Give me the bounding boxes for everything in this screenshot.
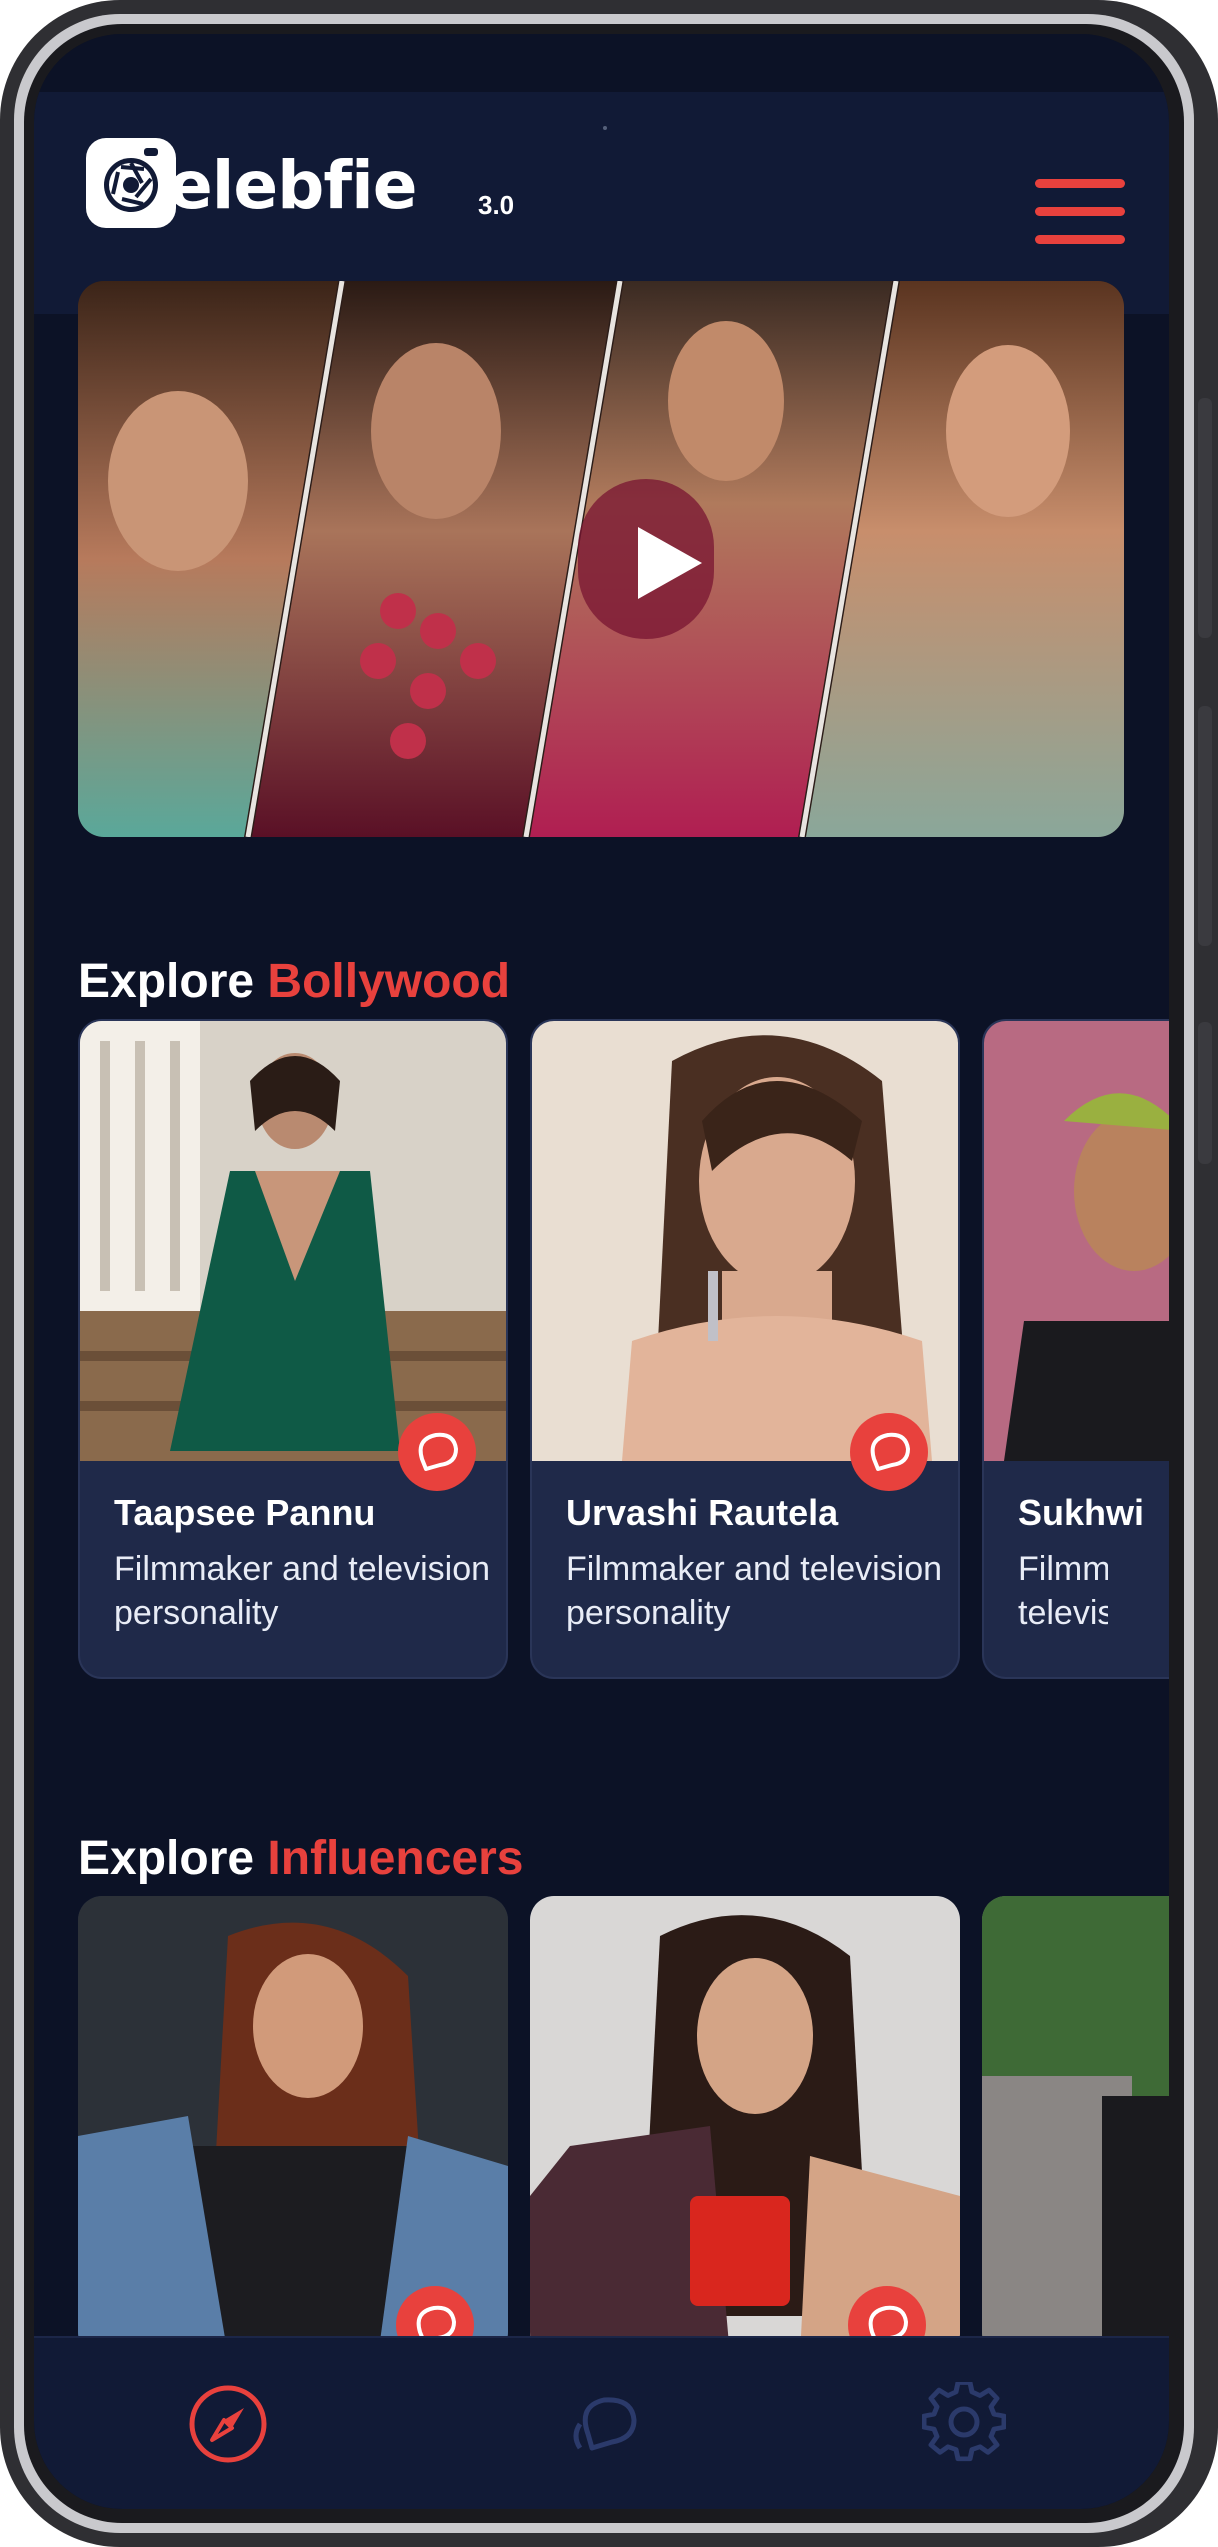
celebrity-card[interactable]: Sukhwi Filmmal televisic <box>982 1019 1169 1679</box>
volume-up-button <box>1198 398 1212 638</box>
influencer-card[interactable] <box>530 1896 960 2356</box>
bottom-navigation <box>34 2336 1169 2509</box>
celebrity-card[interactable]: Taapsee Pannu Filmmaker and television p… <box>78 1019 508 1679</box>
chat-bubble-icon <box>418 1432 458 1471</box>
celebrity-photo <box>532 1021 958 1461</box>
camera-shutter-icon <box>86 138 176 228</box>
chat-button[interactable] <box>398 1413 476 1491</box>
logo-version: 3.0 <box>478 190 515 220</box>
section-title-accent: Bollywood <box>267 955 511 1008</box>
section-title-influencers: Explore Influencers <box>78 1831 523 1887</box>
play-icon <box>638 527 702 599</box>
section-title-accent: Influencers <box>267 1832 524 1885</box>
celebrity-card[interactable]: Urvashi Rautela Filmmaker and television… <box>530 1019 960 1679</box>
power-button <box>1198 1022 1212 1164</box>
celebrity-photo <box>984 1021 1169 1461</box>
celebrity-name: Urvashi Rautela <box>566 1492 839 1533</box>
celebrity-name: Taapsee Pannu <box>114 1492 376 1533</box>
section-title-bollywood: Explore Bollywood <box>78 954 510 1010</box>
app-screen: elebfie 3.0 Explore Bollywood Taapsee Pa… <box>34 34 1169 2509</box>
chat-button[interactable] <box>850 1413 928 1491</box>
gear-icon <box>921 2380 1007 2462</box>
status-bar <box>34 34 1169 92</box>
hamburger-menu-icon[interactable] <box>1035 179 1125 249</box>
chat-bubble-icon <box>870 1432 910 1471</box>
front-camera <box>603 126 607 130</box>
hero-video-banner[interactable] <box>78 281 1124 837</box>
section-title-prefix: Explore <box>78 955 255 1008</box>
celebrity-description: Filmmal televisic <box>1018 1550 1108 1632</box>
influencer-card[interactable] <box>78 1896 508 2356</box>
volume-down-button <box>1198 706 1212 946</box>
celebrity-description: Filmmaker and television personality <box>114 1550 491 1632</box>
nav-explore[interactable] <box>186 2382 270 2466</box>
celebrity-name: Sukhwi <box>1018 1492 1145 1533</box>
section-title-prefix: Explore <box>78 1832 255 1885</box>
nav-settings[interactable] <box>921 2380 1007 2466</box>
compass-icon <box>189 2385 267 2463</box>
influencer-photo <box>982 1896 1169 2356</box>
nav-chat[interactable] <box>562 2382 646 2466</box>
logo-text: elebfie <box>168 147 417 224</box>
celebrity-description: Filmmaker and television personality <box>566 1550 943 1632</box>
influencer-card[interactable] <box>982 1896 1169 2356</box>
chat-bubble-icon <box>573 2397 637 2451</box>
celebrity-photo <box>80 1021 506 1461</box>
